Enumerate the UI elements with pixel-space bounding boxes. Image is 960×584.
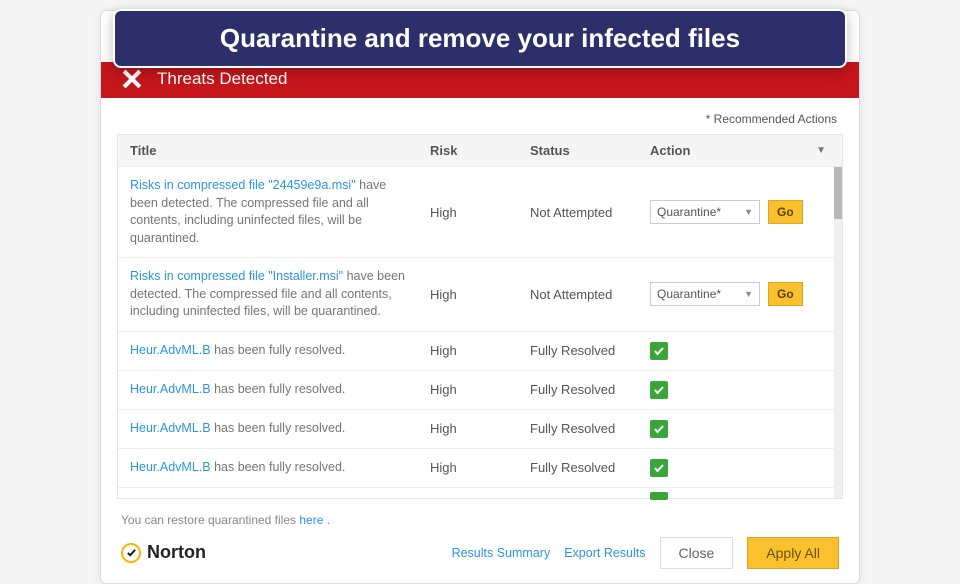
col-header-risk[interactable]: Risk [430, 143, 530, 158]
col-header-action[interactable]: Action ▼ [650, 143, 830, 158]
cell-action [650, 420, 822, 438]
threat-description: has been fully resolved. [211, 460, 346, 474]
resolved-check-icon [650, 381, 668, 399]
brand-logo: Norton [121, 542, 206, 563]
cell-status: Fully Resolved [530, 382, 650, 397]
chevron-down-icon: ▼ [744, 289, 753, 299]
table-row: Heur.AdvML.B has been fully resolved.Hig… [118, 449, 834, 488]
recommended-note: * Recommended Actions [117, 108, 843, 134]
export-results-link[interactable]: Export Results [564, 546, 645, 560]
restore-note: You can restore quarantined files here . [117, 499, 843, 535]
threat-link[interactable]: Risks in compressed file "24459e9a.msi" [130, 178, 356, 192]
cell-risk: High [430, 287, 530, 302]
cell-title: Heur.AdvML.B has been fully resolved. [130, 342, 430, 360]
action-select-value: Quarantine* [657, 287, 721, 301]
go-button[interactable]: Go [768, 200, 803, 224]
brand-name: Norton [147, 542, 206, 563]
cell-title: Heur.AdvML.B has been fully resolved. [130, 381, 430, 399]
table-row: Heur.AdvML.B has been fully resolved.Hig… [118, 332, 834, 371]
threat-x-icon [121, 68, 143, 90]
alert-title: Threats Detected [157, 69, 287, 89]
cell-action [650, 342, 822, 360]
table-body: Risks in compressed file "24459e9a.msi" … [118, 167, 834, 498]
cell-title: Risks in compressed file "24459e9a.msi" … [130, 177, 430, 247]
threat-description: has been fully resolved. [211, 382, 346, 396]
cell-risk: High [430, 460, 530, 475]
table-row: Heur.AdvML.B has been fully resolved.Hig… [118, 371, 834, 410]
threat-link[interactable]: Risks in compressed file "Installer.msi" [130, 269, 343, 283]
table-row: Heur.AdvML.B has been fully resolved.Hig… [118, 410, 834, 449]
action-select-value: Quarantine* [657, 205, 721, 219]
instruction-banner: Quarantine and remove your infected file… [113, 9, 847, 68]
action-select[interactable]: Quarantine* ▼ [650, 200, 760, 224]
threat-link[interactable]: Heur.AdvML.B [130, 460, 211, 474]
footer-links: Results Summary Export Results [452, 546, 646, 560]
threats-table: Title Risk Status Action ▼ Risks in comp… [117, 134, 843, 499]
cell-status: Not Attempted [530, 287, 650, 302]
resolved-check-icon [650, 342, 668, 360]
table-row: Risks in compressed file "24459e9a.msi" … [118, 167, 834, 258]
cell-action [650, 459, 822, 477]
resolved-check-icon [650, 459, 668, 477]
threat-link[interactable]: Heur.AdvML.B [130, 343, 211, 357]
cell-status: Fully Resolved [530, 460, 650, 475]
go-button[interactable]: Go [768, 282, 803, 306]
chevron-down-icon[interactable]: ▼ [816, 145, 830, 156]
dialog-footer: Norton Results Summary Export Results Cl… [117, 535, 843, 569]
action-select[interactable]: Quarantine* ▼ [650, 282, 760, 306]
table-row: Risks in compressed file "Installer.msi"… [118, 258, 834, 332]
threat-link[interactable]: Heur.AdvML.B [130, 382, 211, 396]
cell-status: Fully Resolved [530, 343, 650, 358]
dialog-content: * Recommended Actions Title Risk Status … [101, 98, 859, 583]
resolved-check-icon [650, 492, 668, 500]
threat-description: has been fully resolved. [211, 421, 346, 435]
scrollbar[interactable] [834, 167, 842, 498]
col-header-status[interactable]: Status [530, 143, 650, 158]
dialog-window: Quarantine and remove your infected file… [100, 10, 860, 584]
chevron-down-icon: ▼ [744, 207, 753, 217]
cell-risk: High [430, 382, 530, 397]
cell-risk: High [430, 343, 530, 358]
threat-link[interactable]: Heur.AdvML.B [130, 421, 211, 435]
cell-title: Heur.AdvML.B has been fully resolved. [130, 420, 430, 438]
cell-action [650, 381, 822, 399]
cell-title: Risks in compressed file "Installer.msi"… [130, 268, 430, 321]
cell-action: Quarantine* ▼ Go [650, 282, 822, 306]
cell-status: Fully Resolved [530, 421, 650, 436]
cell-status: Not Attempted [530, 205, 650, 220]
apply-all-button[interactable]: Apply All [747, 537, 839, 569]
cell-title: Heur.AdvML.B has been fully resolved. [130, 459, 430, 477]
banner-title: Quarantine and remove your infected file… [220, 23, 740, 53]
norton-check-icon [121, 543, 141, 563]
col-header-title[interactable]: Title [130, 143, 430, 158]
restore-link[interactable]: here [299, 513, 323, 527]
table-header: Title Risk Status Action ▼ [118, 135, 842, 167]
resolved-check-icon [650, 420, 668, 438]
threat-description: has been fully resolved. [211, 343, 346, 357]
cell-risk: High [430, 421, 530, 436]
cell-action: Quarantine* ▼ Go [650, 200, 822, 224]
scrollbar-thumb[interactable] [834, 167, 842, 219]
results-summary-link[interactable]: Results Summary [452, 546, 551, 560]
table-row [118, 488, 834, 498]
close-button[interactable]: Close [660, 537, 734, 569]
cell-risk: High [430, 205, 530, 220]
